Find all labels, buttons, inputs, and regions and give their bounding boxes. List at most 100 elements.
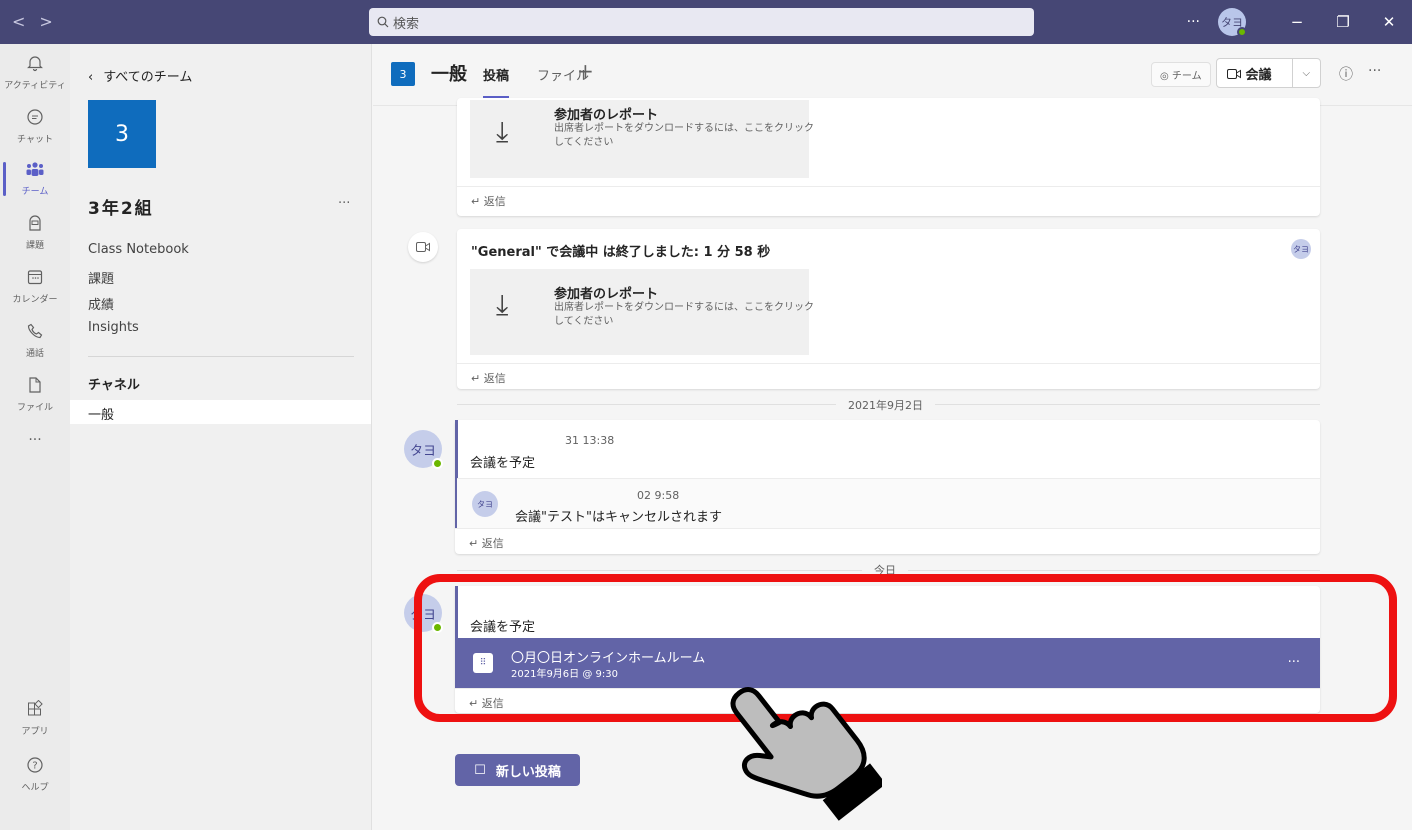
team-name: 3年2組 [88, 199, 154, 219]
author-avatar: タヨ [404, 430, 443, 469]
all-teams-back-link[interactable]: ‹ すべてのチーム [88, 66, 192, 85]
reply-button[interactable]: ↵ 返信 [455, 528, 1320, 554]
team-link-assignments[interactable]: 課題 [88, 268, 114, 287]
minimize-button[interactable]: − [1274, 13, 1320, 31]
post-timestamp: 31 13:38 [565, 434, 615, 447]
chat-icon [0, 108, 70, 131]
title-bar: <> 検索 ··· タヨ − ❐ ✕ [0, 0, 1412, 44]
title-right-controls: ··· タヨ − ❐ ✕ [1187, 0, 1412, 44]
highlight-box [414, 574, 1397, 722]
rail-item-calls[interactable]: 通話 [0, 322, 70, 359]
calendar-icon [0, 268, 70, 291]
rail-item-teams[interactable]: チーム [0, 160, 70, 197]
meet-label: 会議 [1217, 64, 1292, 83]
rail-label: ファイル [16, 403, 53, 413]
reply-icon: ↵ [471, 372, 484, 385]
pointing-hand-icon [712, 658, 887, 830]
close-button[interactable]: ✕ [1366, 13, 1412, 31]
rail-label: 通話 [25, 349, 44, 359]
post-message: 会議を予定 [470, 456, 536, 471]
rail-label: カレンダー [12, 295, 58, 305]
meeting-ended-text: "General" で会議中 は終了しました: 1 分 58 秒 [471, 245, 771, 260]
team-visibility-label: チーム [1171, 71, 1202, 82]
channel-item-general[interactable]: 一般 [70, 400, 371, 424]
reply-label: 返信 [483, 195, 506, 208]
team-link-insights[interactable]: Insights [88, 320, 139, 335]
team-avatar-tile: 3 [88, 100, 156, 168]
participant-avatar: タヨ [1291, 239, 1311, 259]
download-icon: ⤓ [496, 288, 509, 321]
reply-message: 会議"テスト"はキャンセルされます [515, 510, 722, 525]
video-camera-icon [408, 232, 438, 262]
channel-header: 3 一般 投稿 ファイル + ◎ チーム 会議 ⌵ ⓘ ··· [373, 44, 1412, 106]
channels-heading: チャネル [88, 378, 140, 393]
rail-label: アクティビティ [4, 81, 66, 91]
search-input[interactable]: 検索 [369, 8, 1034, 36]
assignments-icon [0, 214, 70, 237]
back-arrow-button[interactable]: < [12, 12, 39, 31]
more-options-button[interactable]: ··· [1187, 14, 1200, 30]
reply-timestamp: 02 9:58 [637, 489, 680, 502]
reply-label: 返信 [483, 372, 506, 385]
reply-block: タヨ 02 9:58 会議"テスト"はキャンセルされます [457, 478, 1320, 528]
team-panel: ‹ すべてのチーム 3 3年2組 ··· Class Notebook 課題 成績… [70, 44, 372, 830]
phone-icon [0, 322, 70, 345]
svg-text:?: ? [32, 761, 37, 772]
rail-item-assignments[interactable]: 課題 [0, 214, 70, 251]
rail-item-apps[interactable]: アプリ [0, 699, 70, 737]
tab-posts[interactable]: 投稿 [483, 65, 510, 98]
rail-label: チャット [17, 135, 53, 145]
team-link-class-notebook[interactable]: Class Notebook [88, 242, 189, 257]
avatar-initials: タヨ [409, 443, 436, 459]
reply-icon: ↵ [469, 537, 482, 550]
eye-icon: ◎ [1160, 71, 1172, 82]
team-more-button[interactable]: ··· [338, 196, 350, 211]
attendance-report-box[interactable]: ⤓ 参加者のレポート 出席者レポートをダウンロードするには、ここをクリックしてく… [470, 100, 814, 178]
channel-more-button[interactable]: ··· [1368, 63, 1381, 79]
restore-button[interactable]: ❐ [1320, 13, 1366, 31]
forward-arrow-button[interactable]: > [39, 12, 66, 31]
reply-button[interactable]: ↵ 返信 [457, 186, 1320, 212]
report-title: 参加者のレポート [554, 108, 659, 123]
compose-icon: ☐ [474, 762, 486, 778]
history-nav: <> [12, 12, 67, 31]
help-icon: ? [0, 756, 70, 779]
profile-avatar[interactable]: タヨ [1218, 8, 1247, 37]
chevron-down-icon[interactable]: ⌵ [1293, 68, 1320, 79]
rail-item-help[interactable]: ? ヘルプ [0, 756, 70, 793]
info-button[interactable]: ⓘ [1339, 64, 1353, 84]
channel-team-tile: 3 [391, 62, 415, 86]
team-visibility-button[interactable]: ◎ チーム [1151, 62, 1211, 87]
rail-item-activity[interactable]: アクティビティ [0, 54, 70, 91]
rail-item-files[interactable]: ファイル [0, 376, 70, 413]
teams-icon [0, 160, 70, 183]
panel-divider [88, 356, 354, 357]
rail-item-chat[interactable]: チャット [0, 108, 70, 145]
channel-name: 一般 [431, 64, 467, 85]
more-apps-button[interactable]: ··· [0, 432, 70, 448]
new-post-button[interactable]: ☐ 新しい投稿 [455, 754, 580, 786]
apps-icon [0, 699, 70, 723]
rail-item-calendar[interactable]: カレンダー [0, 268, 70, 305]
chevron-left-icon: ‹ [88, 70, 94, 85]
report-description: 出席者レポートをダウンロードするには、ここをクリックしてください [554, 123, 814, 148]
rail-label: 課題 [25, 241, 44, 251]
post-card: ⤓ 参加者のレポート 出席者レポートをダウンロードするには、ここをクリックしてく… [457, 98, 1320, 216]
bell-icon [0, 54, 70, 77]
post-thread: 31 13:38 会議を予定 タヨ 02 9:58 会議"テスト"はキャンセルさ… [455, 420, 1320, 554]
search-icon [377, 16, 389, 32]
add-tab-button[interactable]: + [577, 59, 594, 83]
avatar-initials: タヨ [477, 499, 493, 509]
meet-text: 会議 [1245, 67, 1272, 83]
rail-label: ヘルプ [21, 783, 49, 793]
app-rail: アクティビティ チャット チーム 課題 カレンダー 通話 ファイル ··· アプ… [0, 44, 70, 830]
reply-author-avatar: タヨ [472, 491, 498, 517]
post-card: "General" で会議中 は終了しました: 1 分 58 秒 タヨ ⤓ 参加… [457, 229, 1320, 389]
meet-button[interactable]: 会議 ⌵ [1216, 58, 1321, 88]
all-teams-label: すべてのチーム [103, 70, 193, 85]
team-link-grades[interactable]: 成績 [88, 294, 114, 313]
file-icon [0, 376, 70, 399]
attendance-report-box[interactable]: ⤓ 参加者のレポート 出席者レポートをダウンロードするには、ここをクリックしてく… [470, 269, 814, 355]
search-placeholder: 検索 [393, 17, 420, 32]
reply-button[interactable]: ↵ 返信 [457, 363, 1320, 389]
